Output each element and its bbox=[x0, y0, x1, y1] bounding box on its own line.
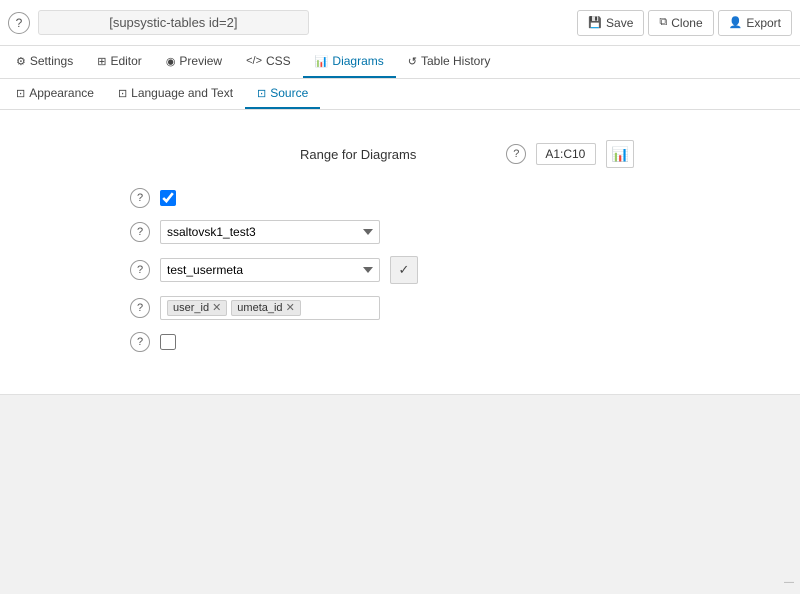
row3-help-icon[interactable]: ? bbox=[130, 260, 150, 280]
range-chart-button[interactable]: 📊 bbox=[606, 140, 634, 168]
tags-input[interactable]: user_id ✕ umeta_id ✕ bbox=[160, 296, 380, 320]
help-button[interactable]: ? bbox=[8, 12, 30, 34]
export-icon: 👤 bbox=[729, 16, 743, 29]
tag-umeta-id-text: umeta_id bbox=[237, 302, 282, 314]
row2-help-icon[interactable]: ? bbox=[130, 222, 150, 242]
checkmark-icon: ✓ bbox=[399, 262, 410, 278]
range-row: Range for Diagrams ? A1:C10 📊 bbox=[0, 130, 800, 178]
tab-appearance-label: Appearance bbox=[29, 86, 94, 100]
form-row-1: ? bbox=[20, 188, 780, 208]
range-label: Range for Diagrams bbox=[300, 147, 416, 162]
tab-diagrams-label: Diagrams bbox=[332, 54, 383, 68]
range-value[interactable]: A1:C10 bbox=[536, 143, 596, 165]
tab-language-text[interactable]: ⊡ Language and Text bbox=[106, 79, 245, 109]
editor-icon: ⊞ bbox=[97, 55, 106, 68]
tab-source[interactable]: ⊡ Source bbox=[245, 79, 320, 109]
tab-table-history[interactable]: ↺ Table History bbox=[396, 46, 503, 78]
corner-mark: — bbox=[784, 577, 794, 588]
content-area: Range for Diagrams ? A1:C10 📊 ? ? ssalto… bbox=[0, 110, 800, 394]
row2-select[interactable]: ssaltovsk1_test3 bbox=[160, 220, 380, 244]
row3-check-button[interactable]: ✓ bbox=[390, 256, 418, 284]
save-label: Save bbox=[606, 16, 633, 30]
form-row-5: ? bbox=[20, 332, 780, 352]
language-icon: ⊡ bbox=[118, 87, 127, 100]
tab-editor[interactable]: ⊞ Editor bbox=[85, 46, 154, 78]
tag-user-id-text: user_id bbox=[173, 302, 209, 314]
clone-label: Clone bbox=[671, 16, 702, 30]
chart-icon: 📊 bbox=[612, 146, 629, 163]
form-area: ? ? ssaltovsk1_test3 ? test_usermeta ✓ ? bbox=[0, 178, 800, 374]
tab-css-label: CSS bbox=[266, 54, 291, 68]
clone-button[interactable]: ⧉ Clone bbox=[648, 10, 713, 36]
save-button[interactable]: 💾 Save bbox=[577, 10, 644, 36]
form-row-4: ? user_id ✕ umeta_id ✕ bbox=[20, 296, 780, 320]
preview-icon: ◉ bbox=[166, 55, 176, 68]
row5-help-icon[interactable]: ? bbox=[130, 332, 150, 352]
export-label: Export bbox=[746, 16, 781, 30]
row5-checkbox[interactable] bbox=[160, 334, 176, 350]
range-help-icon[interactable]: ? bbox=[506, 144, 526, 164]
tab-settings-label: Settings bbox=[30, 54, 73, 68]
tab-table-history-label: Table History bbox=[421, 54, 490, 68]
source-icon: ⊡ bbox=[257, 87, 266, 100]
tag-umeta-id-remove[interactable]: ✕ bbox=[286, 303, 295, 314]
tab-appearance[interactable]: ⊡ Appearance bbox=[4, 79, 106, 109]
help-icon: ? bbox=[16, 16, 23, 30]
css-icon: </> bbox=[246, 55, 262, 67]
table-history-icon: ↺ bbox=[408, 55, 417, 68]
tag-user-id: user_id ✕ bbox=[167, 300, 227, 316]
tab-css[interactable]: </> CSS bbox=[234, 46, 303, 78]
main-tabs: ⚙ Settings ⊞ Editor ◉ Preview </> CSS 📊 … bbox=[0, 46, 800, 79]
tab-settings[interactable]: ⚙ Settings bbox=[4, 46, 85, 78]
form-row-2: ? ssaltovsk1_test3 bbox=[20, 220, 780, 244]
top-bar: ? [supsystic-tables id=2] 💾 Save ⧉ Clone… bbox=[0, 0, 800, 46]
diagrams-icon: 📊 bbox=[315, 55, 329, 68]
tab-preview-label: Preview bbox=[179, 54, 222, 68]
tab-source-label: Source bbox=[270, 86, 308, 100]
appearance-icon: ⊡ bbox=[16, 87, 25, 100]
form-row-3: ? test_usermeta ✓ bbox=[20, 256, 780, 284]
tab-language-text-label: Language and Text bbox=[131, 86, 233, 100]
row3-select[interactable]: test_usermeta bbox=[160, 258, 380, 282]
row1-checkbox[interactable] bbox=[160, 190, 176, 206]
export-button[interactable]: 👤 Export bbox=[718, 10, 792, 36]
top-actions: 💾 Save ⧉ Clone 👤 Export bbox=[577, 10, 792, 36]
save-icon: 💾 bbox=[588, 16, 602, 29]
footer-area: — bbox=[0, 394, 800, 594]
tab-editor-label: Editor bbox=[110, 54, 141, 68]
tag-user-id-remove[interactable]: ✕ bbox=[212, 303, 221, 314]
table-title: [supsystic-tables id=2] bbox=[38, 10, 309, 35]
tab-preview[interactable]: ◉ Preview bbox=[154, 46, 234, 78]
row4-help-icon[interactable]: ? bbox=[130, 298, 150, 318]
range-question-mark: ? bbox=[513, 148, 519, 160]
settings-icon: ⚙ bbox=[16, 55, 26, 68]
clone-icon: ⧉ bbox=[659, 16, 667, 29]
sub-tabs: ⊡ Appearance ⊡ Language and Text ⊡ Sourc… bbox=[0, 79, 800, 110]
row1-help-icon[interactable]: ? bbox=[130, 188, 150, 208]
tag-umeta-id: umeta_id ✕ bbox=[231, 300, 300, 316]
tab-diagrams[interactable]: 📊 Diagrams bbox=[303, 46, 396, 78]
